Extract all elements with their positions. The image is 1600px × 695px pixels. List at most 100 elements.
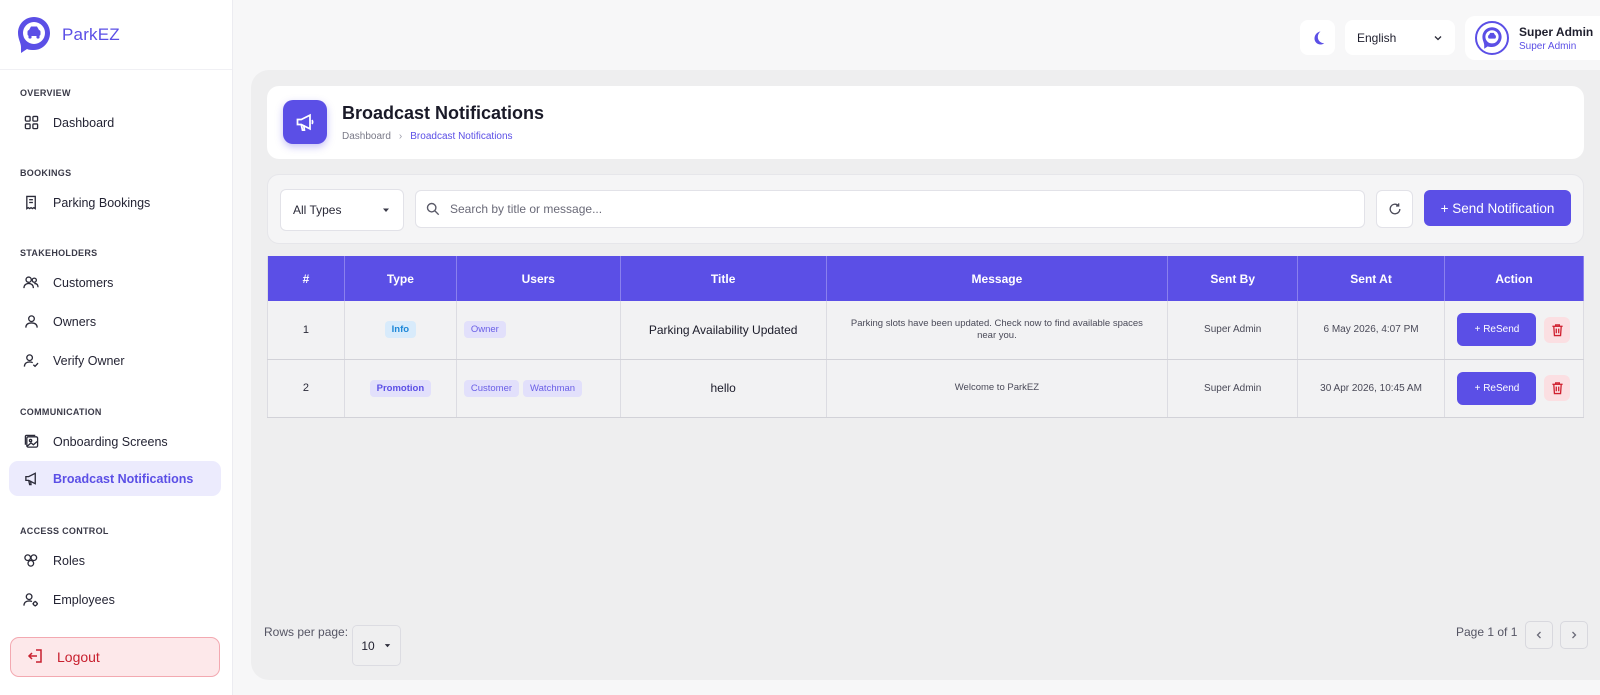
sidebar-item-employees[interactable]: Employees (9, 582, 221, 617)
delete-button[interactable] (1544, 316, 1571, 343)
images-icon (23, 434, 39, 450)
sidebar-item-parking-bookings[interactable]: Parking Bookings (9, 185, 221, 220)
language-value: English (1357, 30, 1397, 45)
sidebar-item-label: Customers (53, 275, 114, 290)
section-title-communication: COMMUNICATION (20, 407, 102, 417)
user-badge: Watchman (523, 379, 583, 397)
page-title: Broadcast Notifications (342, 103, 545, 123)
section-title-access-control: ACCESS CONTROL (20, 526, 109, 536)
refresh-icon (1389, 203, 1400, 215)
resend-button[interactable]: + ReSend (1457, 371, 1537, 405)
sidebar-item-verify-owner[interactable]: Verify Owner (9, 343, 221, 378)
megaphone-icon (296, 113, 314, 131)
table-row: 1 Info Owner Parking Availability Update… (267, 301, 1585, 360)
section-title-overview: OVERVIEW (20, 88, 71, 98)
user-name: Super Admin (1519, 24, 1594, 39)
sidebar-item-label: Onboarding Screens (53, 434, 168, 449)
section-title-bookings: BOOKINGS (20, 168, 72, 178)
language-select[interactable]: English (1345, 20, 1455, 55)
sidebar-item-roles[interactable]: Roles (9, 543, 221, 578)
table-header-row: # Type Users Title Message Sent By Sent … (267, 256, 1585, 301)
sidebar-item-label: Owners (53, 314, 97, 329)
sidebar-item-customers[interactable]: Customers (9, 265, 221, 300)
caret-down-icon (383, 208, 389, 212)
sidebar-item-dashboard[interactable]: Dashboard (9, 105, 221, 140)
parkez-logo-icon (18, 16, 50, 53)
send-notification-button[interactable]: + Send Notification (1424, 190, 1571, 226)
column-header-users: Users (456, 256, 621, 301)
next-page-button[interactable] (1560, 621, 1588, 649)
search-input[interactable] (450, 202, 1330, 216)
sidebar-item-onboarding-screens[interactable]: Onboarding Screens (9, 424, 221, 459)
row-index: 2 (267, 359, 345, 418)
rows-per-page-value: 10 (361, 638, 375, 653)
user-check-icon (23, 353, 39, 369)
employee-icon (23, 592, 39, 608)
receipt-icon (23, 195, 39, 211)
type-badge: Promotion (369, 379, 432, 397)
logout-icon (27, 648, 43, 667)
row-title: Parking Availability Updated (620, 301, 827, 360)
chevron-right-icon: › (398, 131, 403, 142)
trash-icon (1552, 382, 1563, 395)
column-header-sent-by: Sent By (1167, 256, 1299, 301)
caret-down-icon (384, 644, 390, 648)
refresh-button[interactable] (1376, 190, 1413, 228)
theme-toggle-button[interactable] (1300, 20, 1335, 55)
logout-button[interactable]: Logout (10, 637, 220, 677)
row-sent-by: Super Admin (1167, 359, 1299, 418)
breadcrumb-current: Broadcast Notifications (410, 131, 513, 142)
sidebar-item-label: Verify Owner (53, 353, 125, 368)
moon-icon (1314, 31, 1324, 45)
brand[interactable]: ParkEZ (0, 0, 232, 70)
resend-button[interactable]: + ReSend (1457, 313, 1537, 347)
header-megaphone (283, 100, 327, 144)
sidebar-item-owners[interactable]: Owners (9, 304, 221, 339)
rows-per-page-label: Rows per page: (264, 625, 349, 639)
trash-icon (1552, 323, 1563, 336)
brand-name: ParkEZ (62, 24, 120, 44)
column-header-message: Message (826, 256, 1169, 301)
type-badge: Info (384, 321, 417, 339)
row-sent-at: 30 Apr 2026, 10:45 AM (1297, 359, 1445, 418)
sidebar-item-label: Roles (53, 553, 85, 568)
row-message: Welcome to ParkEZ (826, 359, 1169, 418)
user-role: Super Admin (1519, 40, 1577, 52)
user-icon (23, 314, 39, 330)
search-icon (426, 202, 440, 216)
chevron-right-icon (1572, 631, 1577, 639)
sidebar-item-label: Employees (53, 592, 115, 607)
rows-per-page-select[interactable]: 10 (352, 625, 401, 666)
search-box (415, 190, 1365, 228)
sidebar-item-broadcast-notifications[interactable]: Broadcast Notifications (9, 461, 221, 496)
notifications-table: # Type Users Title Message Sent By Sent … (267, 256, 1585, 418)
row-sent-at: 6 May 2026, 4:07 PM (1297, 301, 1445, 360)
breadcrumb-home[interactable]: Dashboard (342, 131, 391, 142)
section-title-stakeholders: STAKEHOLDERS (20, 248, 98, 258)
filter-bar: All Types + Send Notification (267, 174, 1584, 244)
page-header: Broadcast Notifications Dashboard › Broa… (267, 86, 1584, 159)
type-filter-value: All Types (293, 203, 342, 217)
megaphone-icon (23, 471, 39, 487)
grid-icon (23, 115, 39, 131)
breadcrumb: Dashboard › Broadcast Notifications (342, 131, 513, 142)
row-index: 1 (267, 301, 345, 360)
column-header-title: Title (620, 256, 827, 301)
prev-page-button[interactable] (1525, 621, 1553, 649)
page-info: Page 1 of 1 (1456, 625, 1518, 639)
type-filter-select[interactable]: All Types (280, 189, 404, 231)
row-sent-by: Super Admin (1167, 301, 1299, 360)
user-profile[interactable]: Super Admin Super Admin (1465, 16, 1600, 60)
table-row: 2 Promotion Customer Watchman hello Welco… (267, 359, 1585, 418)
sidebar-item-label: Parking Bookings (53, 195, 151, 210)
parkez-logo-icon (1482, 27, 1502, 49)
avatar (1475, 21, 1509, 55)
column-header-index: # (267, 256, 345, 301)
sidebar-item-label: Broadcast Notifications (53, 471, 194, 486)
roles-icon (23, 553, 39, 569)
chevron-down-icon (1434, 35, 1442, 40)
column-header-sent-at: Sent At (1297, 256, 1445, 301)
delete-button[interactable] (1544, 375, 1571, 401)
user-badge: Owner (463, 321, 506, 339)
users-icon (23, 275, 39, 291)
